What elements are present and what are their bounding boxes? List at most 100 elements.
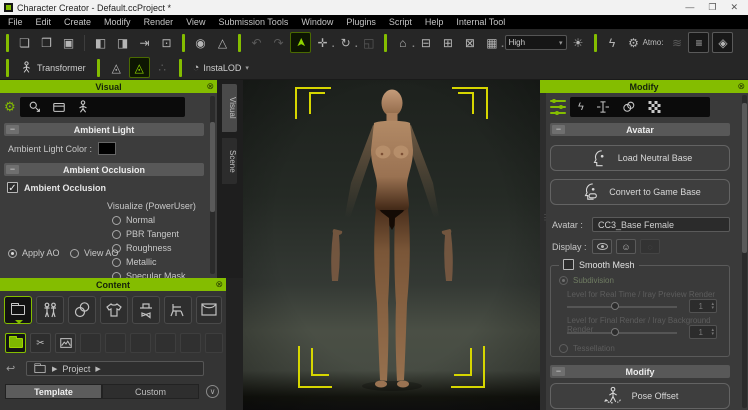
breadcrumb[interactable]: ▶ Project ▶ <box>26 361 204 376</box>
visual-close-icon[interactable]: ⊗ <box>206 80 214 93</box>
visual-scrollbar[interactable] <box>210 96 215 274</box>
section-ambient-light[interactable]: − Ambient Light <box>4 123 204 136</box>
collapse-icon[interactable]: − <box>552 367 565 376</box>
transformer-button[interactable]: Transformer <box>15 58 91 77</box>
section-avatar[interactable]: − Avatar <box>550 123 730 136</box>
open-project-icon[interactable]: ❒ <box>36 32 57 53</box>
select-tool-icon[interactable]: ➤ <box>290 32 311 53</box>
tab-custom[interactable]: Custom <box>102 384 199 399</box>
modify-panel-header[interactable]: Modify ⊗ <box>540 80 748 93</box>
bake-icon[interactable]: ◉ <box>190 32 211 53</box>
radio-apply-ao[interactable]: Apply AO <box>8 248 60 258</box>
section-modify[interactable]: − Modify <box>550 365 730 378</box>
save-project-icon[interactable]: ▣ <box>58 32 79 53</box>
section-ambient-occlusion[interactable]: − Ambient Occlusion <box>4 163 204 176</box>
display-settings-gear-icon[interactable]: ⚙ <box>4 99 16 115</box>
animation-icon[interactable]: ϟ <box>578 101 584 113</box>
scale-tool-icon[interactable]: ◱ <box>358 32 379 53</box>
content-category-actor[interactable] <box>36 296 64 324</box>
fit-view-icon[interactable]: ⊞ <box>437 32 458 53</box>
mask-icon[interactable]: ☺ <box>616 239 636 254</box>
viewport-gizmo-icon[interactable]: ◈ <box>712 32 733 53</box>
orbit-view-icon[interactable]: ⊠ <box>459 32 480 53</box>
import-file-icon[interactable]: ◨ <box>112 32 133 53</box>
content-close-icon[interactable]: ⊗ <box>215 278 223 291</box>
ambient-occlusion-checkbox[interactable]: ✓ <box>7 182 18 193</box>
convert-to-game-base-button[interactable]: Convert to Game Base <box>550 179 730 205</box>
collapse-icon[interactable]: − <box>6 165 19 174</box>
render-image-icon[interactable]: ⊡ <box>156 32 177 53</box>
radio-metallic[interactable]: Metallic <box>112 257 191 267</box>
minimize-button[interactable]: — <box>685 0 694 15</box>
menu-view[interactable]: View <box>186 17 205 27</box>
undo-icon[interactable]: ↶ <box>246 32 267 53</box>
texture-checker-icon[interactable] <box>648 101 661 113</box>
restore-button[interactable]: ❐ <box>708 0 716 15</box>
collapse-icon[interactable]: − <box>552 125 565 134</box>
menu-create[interactable]: Create <box>64 17 91 27</box>
new-project-icon[interactable]: ❏ <box>14 32 35 53</box>
ambient-light-color-swatch[interactable] <box>98 142 116 155</box>
home-dropdown-icon[interactable]: ▪ <box>412 44 414 50</box>
camera-frame-icon[interactable]: ▦ <box>481 32 502 53</box>
fog-icon[interactable]: ≋ <box>666 32 687 53</box>
calibration-icon[interactable]: △ <box>212 32 233 53</box>
link-tool-icon[interactable]: ∴ <box>152 57 173 78</box>
radio-view-ao[interactable]: View AO <box>70 248 118 258</box>
final-level-spinner[interactable]: 1▴▾ <box>689 325 717 339</box>
import-image-icon[interactable]: ◧ <box>90 32 111 53</box>
quality-select[interactable]: High ▾ <box>505 35 567 50</box>
pose-preview-icon[interactable] <box>76 100 90 114</box>
content-category-stage[interactable] <box>196 296 222 324</box>
radio-tessellation[interactable]: Tessellation <box>559 344 615 353</box>
pose-tool-active-icon[interactable]: ◬ <box>129 57 150 78</box>
realtime-slider[interactable] <box>567 306 677 308</box>
export-file-icon[interactable]: ⇥ <box>134 32 155 53</box>
rotate-dropdown-icon[interactable]: ▪ <box>355 44 357 50</box>
visual-panel-header[interactable]: Visual ⊗ <box>0 80 217 93</box>
menu-plugins[interactable]: Plugins <box>346 17 376 27</box>
content-subfolder-avatar[interactable] <box>5 333 26 353</box>
move-tool-icon[interactable]: ✛ <box>312 32 333 53</box>
viewport-3d[interactable] <box>243 80 540 410</box>
content-expand-button[interactable]: ∨ <box>206 385 219 398</box>
transform-icon[interactable] <box>596 101 610 113</box>
breadcrumb-root[interactable]: Project <box>62 364 90 374</box>
content-category-cloth[interactable] <box>100 296 128 324</box>
content-panel-header[interactable]: Content ⊗ <box>0 278 226 291</box>
final-slider[interactable] <box>567 332 677 334</box>
home-view-icon[interactable]: ⌂ <box>392 32 413 53</box>
pose-offset-button[interactable]: Pose Offset <box>550 383 730 409</box>
render-settings-icon[interactable]: ≡ <box>688 32 709 53</box>
content-category-material[interactable] <box>68 296 96 324</box>
radio-subdivision[interactable]: Subdivision <box>559 276 614 285</box>
redo-icon[interactable]: ↷ <box>268 32 289 53</box>
rotate-tool-icon[interactable]: ↻ <box>335 32 356 53</box>
reset-camera-icon[interactable]: ⊟ <box>415 32 436 53</box>
preview-animation-icon[interactable]: ϟ <box>602 32 623 53</box>
breadcrumb-back-icon[interactable]: ↩ <box>6 362 15 375</box>
tab-scene[interactable]: Scene <box>222 138 237 184</box>
camera-dropdown-icon[interactable]: ▪ <box>501 44 503 50</box>
close-button[interactable]: ✕ <box>730 0 738 15</box>
shadow-box-icon[interactable] <box>52 100 66 114</box>
content-subfolder-image[interactable] <box>55 333 76 353</box>
move-dropdown-icon[interactable]: ▪ <box>332 44 334 50</box>
atmosphere-button[interactable]: ⚙ Atmo: <box>624 33 666 52</box>
content-category-accessory[interactable] <box>132 296 160 324</box>
smooth-mesh-checkbox[interactable] <box>563 259 574 270</box>
menu-script[interactable]: Script <box>389 17 412 27</box>
menu-internal-tool[interactable]: Internal Tool <box>456 17 505 27</box>
tab-visual[interactable]: Visual <box>222 84 237 132</box>
modify-scrollbar[interactable] <box>742 95 747 408</box>
avatar-name-field[interactable]: CC3_Base Female <box>592 217 730 232</box>
collapse-icon[interactable]: − <box>6 125 19 134</box>
menu-submission-tools[interactable]: Submission Tools <box>218 17 288 27</box>
ghost-icon[interactable]: ◌ <box>640 239 660 254</box>
content-subfolder-parts[interactable]: ✂ <box>30 333 51 353</box>
menu-help[interactable]: Help <box>425 17 444 27</box>
radio-pbr-tangent[interactable]: PBR Tangent <box>112 229 191 239</box>
character-model[interactable] <box>317 88 467 398</box>
light-lamp-icon[interactable] <box>28 100 42 114</box>
radio-normal[interactable]: Normal <box>112 215 191 225</box>
